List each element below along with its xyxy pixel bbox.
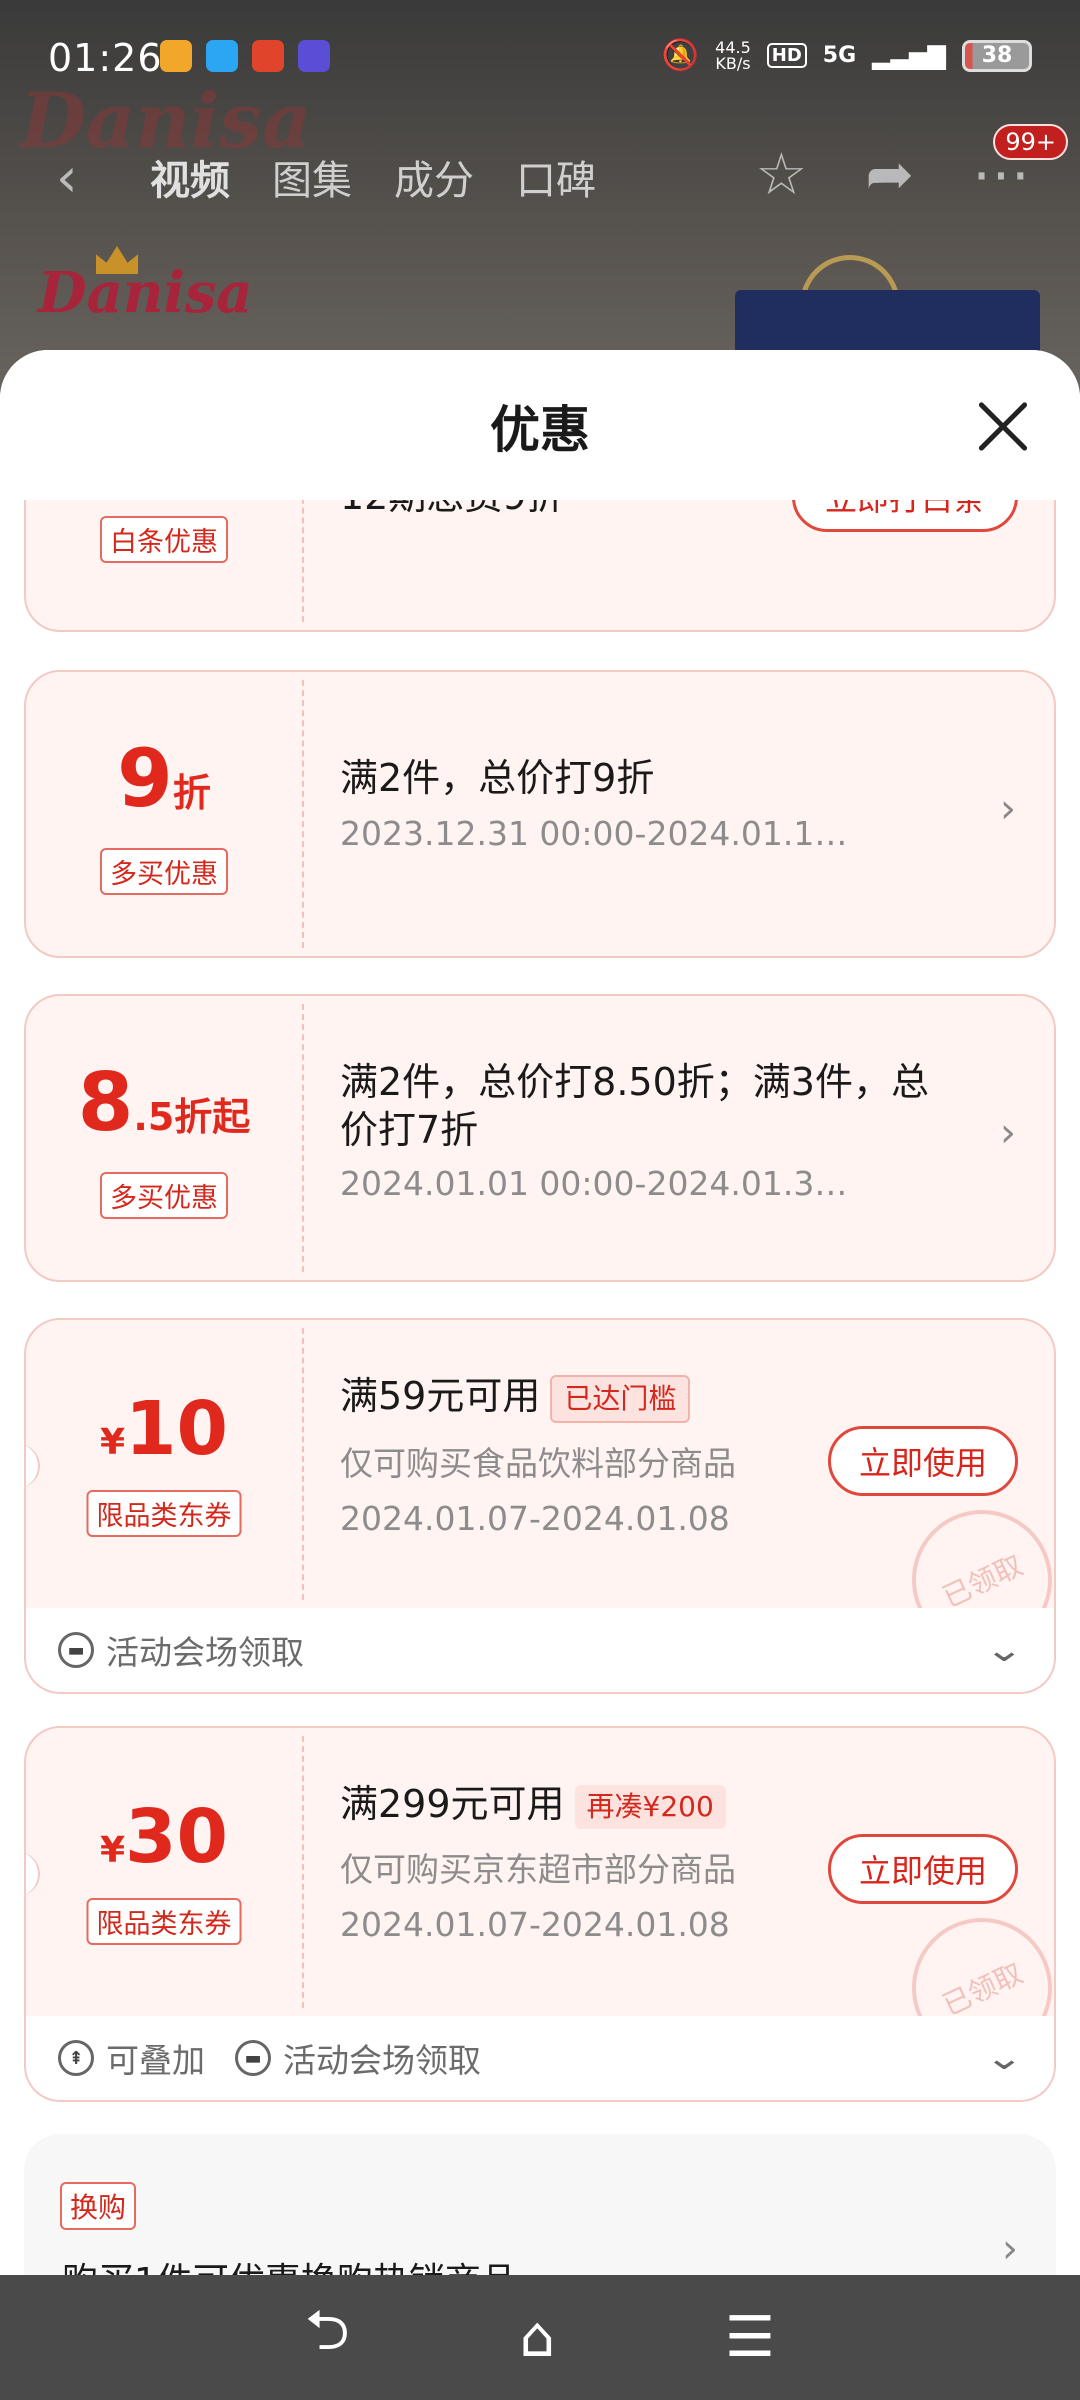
chevron-right-icon: › [1000,786,1016,832]
coupon-scope: 仅可购买食品饮料部分商品 [340,1443,736,1483]
app-notification-icon [160,40,192,72]
share-icon[interactable]: ➦ [865,140,914,208]
net-speed: 44.5 KB/s [715,37,751,73]
signal-icon: ▂▃▅▇ [872,41,946,70]
stackable-icon: ⇞ [58,2040,94,2076]
chevron-right-icon: › [1002,2226,1018,2272]
threshold-met-tag: 已达门槛 [550,1374,691,1423]
coupon-threshold: 满299元可用 再凑¥200 [340,1780,794,1829]
notification-icons [160,40,330,72]
offer-main-text: 满2件，总价打9折 [340,756,655,800]
coupon-tag: 限品类东券 [86,1490,242,1537]
product-nav: ‹ 视频 图集 成分 口碑 ☆ ➦ ⋯ 99+ [0,124,1080,220]
product-tabs: 视频 图集 成分 口碑 [150,148,596,206]
coupon-footer-10[interactable]: ▬ 活动会场领取 ⌄ [24,1608,1056,1694]
brand-logo: Danisa [38,260,253,326]
mute-icon: 🔕 [661,38,700,73]
status-right: 🔕 44.5 KB/s HD 5G ▂▃▅▇ 38 [662,38,1032,73]
sheet-header: 优惠 [0,350,1080,500]
chevron-down-icon[interactable]: ⌄ [984,1630,1024,1670]
footer-item: ▬ 活动会场领取 [235,2034,481,2082]
tab-ingredients[interactable]: 成分 [394,148,474,206]
chevron-right-icon: › [1000,1110,1016,1156]
close-icon[interactable] [976,400,1030,454]
use-coupon-button[interactable]: 立即使用 [828,1426,1018,1496]
system-nav-bar: ⮌ ⌂ ☰ [0,2275,1080,2400]
coupon-scope: 仅可购买京东超市部分商品 [340,1849,736,1889]
offer-date-range: 2023.12.31 00:00-2024.01.1… [340,814,848,853]
swap-purchase-card[interactable]: 换购 购买1件可优惠换购热销商品 › [24,2134,1056,2275]
message-badge: 99+ [993,124,1068,160]
discount-sheet: 优惠 白条优惠 12期息费9折 立即打白条 9折 多买优惠 满2 [0,350,1080,2275]
app-notification-icon [298,40,330,72]
venue-icon: ▬ [58,1632,94,1668]
qq-icon [206,40,238,72]
offer-card-multi-buy-1[interactable]: 9折 多买优惠 满2件，总价打9折 2023.12.31 00:00-2024.… [24,670,1056,958]
back-icon[interactable]: ⮌ [305,2290,350,2385]
coupon-amount: ¥30 [99,1794,229,1880]
coupon-date-range: 2024.01.07-2024.01.08 [340,1904,730,1944]
chevron-down-icon[interactable]: ⌄ [984,2038,1024,2078]
coupon-threshold: 满59元可用 已达门槛 [340,1372,794,1423]
hd-badge: HD [766,43,807,68]
battery-indicator: 38 [962,39,1032,72]
home-icon[interactable]: ⌂ [520,2305,556,2370]
tab-video[interactable]: 视频 [150,148,230,206]
back-arrow-icon[interactable]: ‹ [56,146,78,209]
tab-gallery[interactable]: 图集 [272,148,352,206]
offer-tag: 白条优惠 [100,516,228,563]
claimed-stamp: 已领取 [888,1486,1054,1608]
nav-actions: ☆ ➦ ⋯ [755,140,1030,208]
offer-date-range: 2024.01.01 00:00-2024.01.3… [340,1164,848,1203]
baitiao-button[interactable]: 立即打白条 [792,500,1018,532]
network-label: 5G [822,43,857,68]
star-icon[interactable]: ☆ [755,140,807,208]
footer-item: ▬ 活动会场领取 [58,1626,304,1674]
offer-main-text: 满2件，总价打8.50折；满3件，总价打7折 [340,1060,929,1152]
coupon-card-30: ¥30 限品类东券 满299元可用 再凑¥200 仅可购买京东超市部分商品 202… [24,1726,1056,2016]
offer-tag: 多买优惠 [100,1172,228,1219]
coupon-tag: 限品类东券 [86,1898,242,1945]
status-bar: 01:26 🔕 44.5 KB/s HD 5G ▂▃▅▇ 38 [0,0,1080,110]
use-coupon-button[interactable]: 立即使用 [828,1834,1018,1904]
sheet-title: 优惠 [490,401,590,459]
status-time: 01:26 [48,36,163,80]
coupon-card-10: ¥10 限品类东券 满59元可用 已达门槛 仅可购买食品饮料部分商品 2024.0… [24,1318,1056,1608]
offer-card-baitiao: 白条优惠 12期息费9折 立即打白条 [24,500,1056,632]
coupon-date-range: 2024.01.07-2024.01.08 [340,1498,730,1538]
swap-text: 购买1件可优惠换购热销商品 [62,2252,517,2275]
footer-item: ⇞ 可叠加 [58,2034,205,2082]
venue-icon: ▬ [235,2040,271,2076]
coupon-footer-30[interactable]: ⇞ 可叠加 ▬ 活动会场领取 ⌄ [24,2016,1056,2102]
swap-tag: 换购 [60,2182,137,2230]
offer-list[interactable]: 白条优惠 12期息费9折 立即打白条 9折 多买优惠 满2件，总价打9折 202… [0,500,1080,2275]
menu-icon[interactable]: ☰ [725,2305,775,2370]
offer-amount: 8.5折起 [77,1056,251,1149]
app-notification-icon [252,40,284,72]
add-more-tag: 再凑¥200 [574,1784,726,1829]
offer-tag: 多买优惠 [100,848,228,895]
claimed-stamp: 已领取 [888,1894,1054,2016]
tab-reviews[interactable]: 口碑 [516,148,596,206]
coupon-amount: ¥10 [99,1386,229,1472]
offer-amount: 9折 [117,732,211,825]
offer-card-multi-buy-2[interactable]: 8.5折起 多买优惠 满2件，总价打8.50折；满3件，总价打7折 2024.0… [24,994,1056,1282]
